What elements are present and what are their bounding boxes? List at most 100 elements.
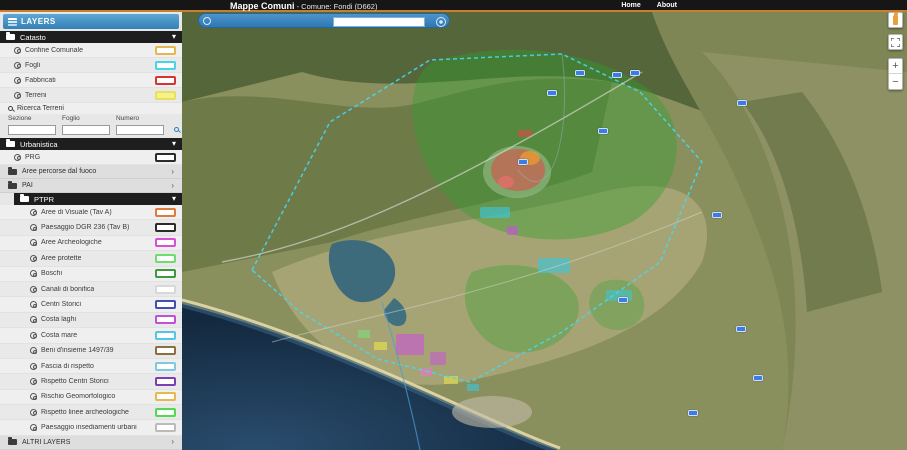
section-label: Catasto xyxy=(20,33,46,42)
layer-swatch xyxy=(155,91,176,100)
map-pin[interactable] xyxy=(630,70,640,76)
layers-panel-title: LAYERS xyxy=(21,17,56,26)
map-search-input[interactable] xyxy=(333,17,425,27)
layer-row[interactable]: Paesaggio DGR 236 (Tav B) xyxy=(0,220,182,235)
foglio-field[interactable] xyxy=(62,125,110,135)
chevron-right-icon[interactable]: › xyxy=(171,182,174,190)
layer-label: Costa laghi xyxy=(41,316,76,323)
layer-row[interactable]: Beni d'insieme 1497/39 xyxy=(0,344,182,359)
layer-settings-icon[interactable] xyxy=(30,239,37,246)
map-pin[interactable] xyxy=(598,128,608,134)
layer-row-prg[interactable]: PRG xyxy=(0,150,182,165)
fullscreen-button[interactable] xyxy=(888,34,903,50)
map-pin[interactable] xyxy=(688,410,698,416)
chevron-right-icon[interactable]: › xyxy=(171,438,174,446)
layer-settings-icon[interactable] xyxy=(30,332,37,339)
layers-panel-header[interactable]: LAYERS xyxy=(3,14,179,29)
layer-row[interactable]: Aree Archeologiche xyxy=(0,236,182,251)
map-canvas[interactable]: + − xyxy=(182,12,907,450)
layer-row[interactable]: Fascia di rispetto xyxy=(0,359,182,374)
layer-settings-icon[interactable] xyxy=(14,62,21,69)
layer-settings-icon[interactable] xyxy=(30,409,37,416)
chevron-right-icon[interactable]: › xyxy=(171,168,174,176)
folder-pai[interactable]: PAI › xyxy=(0,179,182,193)
layer-settings-icon[interactable] xyxy=(30,301,37,308)
layer-row[interactable]: Paesaggio insediamenti urbani xyxy=(0,420,182,435)
ricerca-field-labels: Sezione Foglio Numero xyxy=(0,114,182,122)
map-pin[interactable] xyxy=(737,100,747,106)
ricerca-search-button[interactable] xyxy=(174,124,179,135)
layer-settings-icon[interactable] xyxy=(30,316,37,323)
ptpr-layer-list: Aree di Visuale (Tav A) Paesaggio DGR 23… xyxy=(0,205,182,436)
layer-swatch xyxy=(155,408,176,417)
layer-settings-icon[interactable] xyxy=(14,154,21,161)
streetview-pegman-button[interactable] xyxy=(888,12,903,28)
layer-settings-icon[interactable] xyxy=(30,347,37,354)
layer-settings-icon[interactable] xyxy=(30,255,37,262)
layer-row[interactable]: Rispetto Centri Storici xyxy=(0,374,182,389)
map-pin[interactable] xyxy=(712,212,722,218)
map-pin[interactable] xyxy=(618,297,628,303)
layer-row[interactable]: Centri Storici xyxy=(0,297,182,312)
folder-altri-layers[interactable]: ALTRI LAYERS › xyxy=(0,436,182,450)
layer-row[interactable]: Costa mare xyxy=(0,328,182,343)
layer-settings-icon[interactable] xyxy=(30,363,37,370)
search-icon xyxy=(8,106,13,111)
locate-icon[interactable] xyxy=(436,17,446,27)
zoom-in-button[interactable]: + xyxy=(889,59,902,74)
map-pin[interactable] xyxy=(753,375,763,381)
layer-row[interactable]: Terreni xyxy=(0,88,182,103)
chevron-down-icon[interactable]: ▾ xyxy=(172,195,176,203)
folder-icon xyxy=(6,34,15,40)
map-pin[interactable] xyxy=(736,326,746,332)
layer-swatch xyxy=(155,346,176,355)
layer-settings-icon[interactable] xyxy=(14,47,21,54)
layer-settings-icon[interactable] xyxy=(30,224,37,231)
layer-label: Costa mare xyxy=(41,332,77,339)
folder-aree-percorse-dal-fuoco[interactable]: Aree percorse dal fuoco › xyxy=(0,165,182,179)
layer-swatch xyxy=(155,254,176,263)
layer-swatch xyxy=(155,377,176,386)
layer-settings-icon[interactable] xyxy=(14,92,21,99)
layer-row[interactable]: Canali di bonifica xyxy=(0,282,182,297)
layer-settings-icon[interactable] xyxy=(30,209,37,216)
layer-settings-icon[interactable] xyxy=(30,286,37,293)
layer-settings-icon[interactable] xyxy=(30,393,37,400)
layer-settings-icon[interactable] xyxy=(14,77,21,84)
layer-row[interactable]: Fabbricati xyxy=(0,73,182,88)
layer-swatch xyxy=(155,76,176,85)
layer-settings-icon[interactable] xyxy=(30,424,37,431)
layer-settings-icon[interactable] xyxy=(30,378,37,385)
section-ptpr[interactable]: PTPR ▾ xyxy=(14,193,182,205)
folder-icon xyxy=(8,439,17,445)
section-urbanistica[interactable]: Urbanistica ▾ xyxy=(0,138,182,150)
numero-field[interactable] xyxy=(116,125,164,135)
layer-row[interactable]: Boschi xyxy=(0,267,182,282)
nav-about-link[interactable]: About xyxy=(657,2,677,9)
folder-label: ALTRI LAYERS xyxy=(22,439,70,446)
map-pin[interactable] xyxy=(547,90,557,96)
layer-row[interactable]: Aree protette xyxy=(0,251,182,266)
chevron-down-icon[interactable]: ▾ xyxy=(172,33,176,41)
section-label: Urbanistica xyxy=(20,140,58,149)
map-pin[interactable] xyxy=(518,159,528,165)
map-pin[interactable] xyxy=(575,70,585,76)
layer-swatch xyxy=(155,423,176,432)
layer-row[interactable]: Rispetto linee archeologiche xyxy=(0,405,182,420)
zoom-out-button[interactable]: − xyxy=(889,74,902,89)
layer-row[interactable]: Rischio Geomorfologico xyxy=(0,390,182,405)
map-search-bar[interactable] xyxy=(198,13,450,28)
layer-settings-icon[interactable] xyxy=(30,270,37,277)
chevron-down-icon[interactable]: ▾ xyxy=(172,140,176,148)
map-pin[interactable] xyxy=(612,72,622,78)
layer-label: Terreni xyxy=(25,92,46,99)
sezione-field[interactable] xyxy=(8,125,56,135)
layer-label: Confine Comunale xyxy=(25,47,83,54)
layer-row[interactable]: Aree di Visuale (Tav A) xyxy=(0,205,182,220)
layer-row[interactable]: Costa laghi xyxy=(0,313,182,328)
comune-subtitle: - Comune: Fondi (D662) xyxy=(295,2,378,11)
nav-home-link[interactable]: Home xyxy=(621,2,640,9)
layer-row[interactable]: Fogli xyxy=(0,58,182,73)
section-catasto[interactable]: Catasto ▾ xyxy=(0,31,182,43)
layer-row[interactable]: Confine Comunale xyxy=(0,43,182,58)
